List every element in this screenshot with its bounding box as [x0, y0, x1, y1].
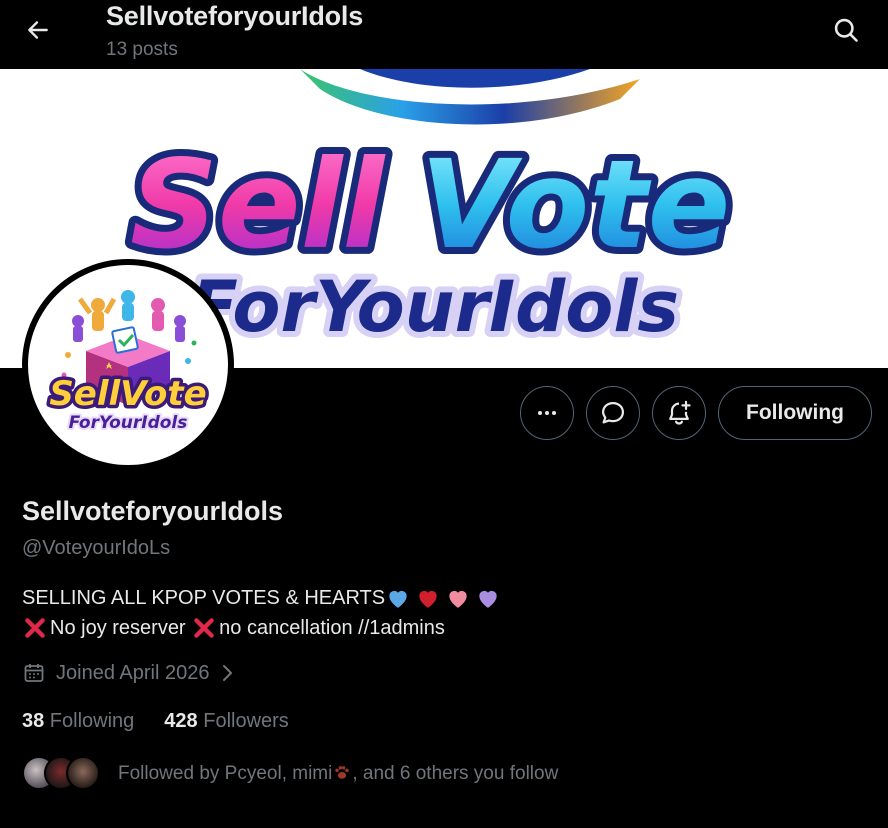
red-heart-icon [419, 590, 437, 608]
followed-by-text-b: , and 6 others you follow [352, 762, 559, 784]
message-button[interactable] [586, 386, 640, 440]
svg-text:ForYourIdols: ForYourIdols [190, 266, 679, 348]
following-count-link[interactable]: 38 Following [22, 710, 134, 733]
post-count: 13 posts [106, 39, 178, 60]
display-name: SellvoteforyourIdols [22, 496, 284, 526]
followed-by-text: Followed by Pcyeol, mimi , and 6 others y… [118, 762, 558, 785]
bio-text-b: no cancellation //1admins [219, 617, 445, 639]
svg-text:Sell: Sell [130, 134, 386, 276]
follow-counts: 38 Following 428 Followers [22, 710, 289, 733]
joined-date[interactable]: Joined April 2026 [22, 661, 235, 685]
following-label: Following [44, 710, 135, 732]
followers-count-link[interactable]: 428 Followers [164, 710, 289, 733]
message-icon [601, 401, 625, 424]
followers-count: 428 [164, 710, 198, 732]
chevron-right-icon [223, 665, 233, 681]
pink-heart-icon [449, 590, 467, 608]
profile-avatar[interactable]: SellVote SellVote ForYourIdols ForYourId… [22, 259, 234, 471]
more-icon [538, 411, 556, 415]
following-button[interactable]: Following [718, 386, 872, 440]
calendar-icon [24, 664, 44, 682]
following-count: 38 [22, 710, 45, 732]
user-handle: @VoteyourIdoLs [22, 537, 171, 559]
bio-line-2: No joy reserver no cancellation //1admin… [22, 613, 501, 643]
arrow-left-icon [28, 21, 48, 39]
bio-line-1: SELLING ALL KPOP VOTES & HEARTS [22, 583, 501, 613]
cross-mark-icon [194, 618, 214, 638]
search-icon [834, 18, 858, 42]
cross-mark-icon [25, 618, 45, 638]
bio: SELLING ALL KPOP VOTES & HEARTS No joy r… [22, 583, 501, 643]
svg-text:SellVote: SellVote [49, 374, 206, 414]
notifications-button[interactable] [652, 386, 706, 440]
bell-plus-icon [669, 400, 691, 425]
bio-text-a: No joy reserver [50, 617, 192, 639]
blue-heart-icon [389, 590, 407, 608]
followers-label: Followers [197, 710, 289, 732]
paw-icon [335, 765, 350, 779]
search-button[interactable] [826, 10, 866, 50]
header-title: SellvoteforyourIdols [106, 1, 364, 31]
followed-by[interactable]: Followed by Pcyeol, mimi , and 6 others y… [22, 756, 558, 790]
followed-by-text-a: Followed by Pcyeol, mimi [118, 762, 333, 784]
svg-text:Vote: Vote [420, 134, 730, 276]
bio-text: SELLING ALL KPOP VOTES & HEARTS [22, 587, 386, 609]
more-options-button[interactable] [520, 386, 574, 440]
joined-text: Joined April 2026 [56, 661, 210, 684]
purple-heart-icon [479, 590, 497, 608]
follower-avatar [66, 756, 100, 790]
back-button[interactable] [18, 10, 58, 50]
svg-text:ForYourIdols: ForYourIdols [69, 413, 188, 433]
avatar-logo: SellVote SellVote ForYourIdols ForYourId… [46, 290, 210, 435]
profile-header: SellvoteforyourIdols 13 posts [0, 0, 888, 69]
